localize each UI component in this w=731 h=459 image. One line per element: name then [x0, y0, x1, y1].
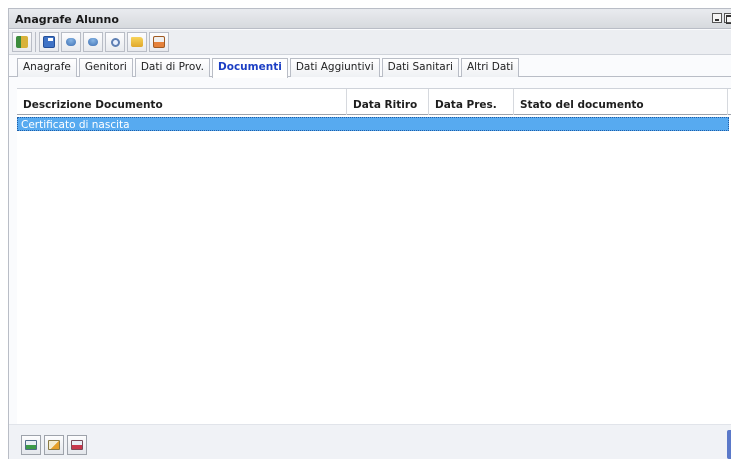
grid-header: Descrizione Documento Data Ritiro Data P… [17, 88, 731, 115]
tab-genitori[interactable]: Genitori [78, 58, 133, 77]
window-controls [712, 13, 731, 24]
edit-row-icon [48, 440, 60, 450]
main-toolbar [9, 30, 731, 55]
database-edit-icon [88, 38, 98, 46]
database-icon [66, 38, 76, 46]
student-registry-window: Anagrafe Alunno Anagrafe Genitori Dati d… [8, 8, 731, 459]
floppy-save-icon [43, 36, 55, 48]
save-document-button[interactable] [12, 32, 32, 52]
window-title: Anagrafe Alunno [15, 13, 119, 26]
tab-dati-di-prov[interactable]: Dati di Prov. [134, 58, 211, 77]
column-header-data-ritiro[interactable]: Data Ritiro [347, 89, 429, 115]
table-row[interactable]: Certificato di nascita [17, 117, 729, 131]
window-titlebar: Anagrafe Alunno [9, 9, 731, 29]
column-header-descrizione[interactable]: Descrizione Documento [17, 89, 347, 115]
tab-dati-aggiuntivi[interactable]: Dati Aggiuntivi [289, 58, 380, 77]
tab-dati-sanitari[interactable]: Dati Sanitari [381, 58, 459, 77]
column-header-data-pres[interactable]: Data Pres. [429, 89, 514, 115]
print-icon [153, 36, 165, 48]
row-description: Certificato di nascita [21, 119, 130, 131]
folder-open-icon [131, 37, 143, 47]
minimize-button[interactable] [712, 13, 722, 23]
database-edit-button[interactable] [83, 32, 103, 52]
save-document-icon [16, 36, 28, 48]
print-button[interactable] [149, 32, 169, 52]
toolbar-separator [35, 32, 36, 52]
documents-grid: Descrizione Documento Data Ritiro Data P… [17, 88, 731, 432]
tab-anagrafe[interactable]: Anagrafe [17, 58, 77, 77]
tab-bar: Anagrafe Genitori Dati di Prov. Document… [9, 55, 731, 78]
tab-documenti[interactable]: Documenti [212, 58, 288, 78]
row-actions-bar [9, 424, 731, 459]
scroll-arrow-icon[interactable] [727, 430, 731, 459]
open-folder-button[interactable] [127, 32, 147, 52]
search-button[interactable] [105, 32, 125, 52]
maximize-button[interactable] [724, 13, 731, 24]
save-button[interactable] [39, 32, 59, 52]
tab-altri-dati[interactable]: Altri Dati [460, 58, 520, 77]
column-header-stato[interactable]: Stato del documento [514, 89, 728, 115]
edit-row-button[interactable] [44, 435, 64, 455]
database-button[interactable] [61, 32, 81, 52]
add-row-button[interactable] [21, 435, 41, 455]
search-icon [110, 37, 120, 47]
add-row-icon [25, 440, 37, 450]
delete-row-icon [71, 440, 83, 450]
delete-row-button[interactable] [67, 435, 87, 455]
